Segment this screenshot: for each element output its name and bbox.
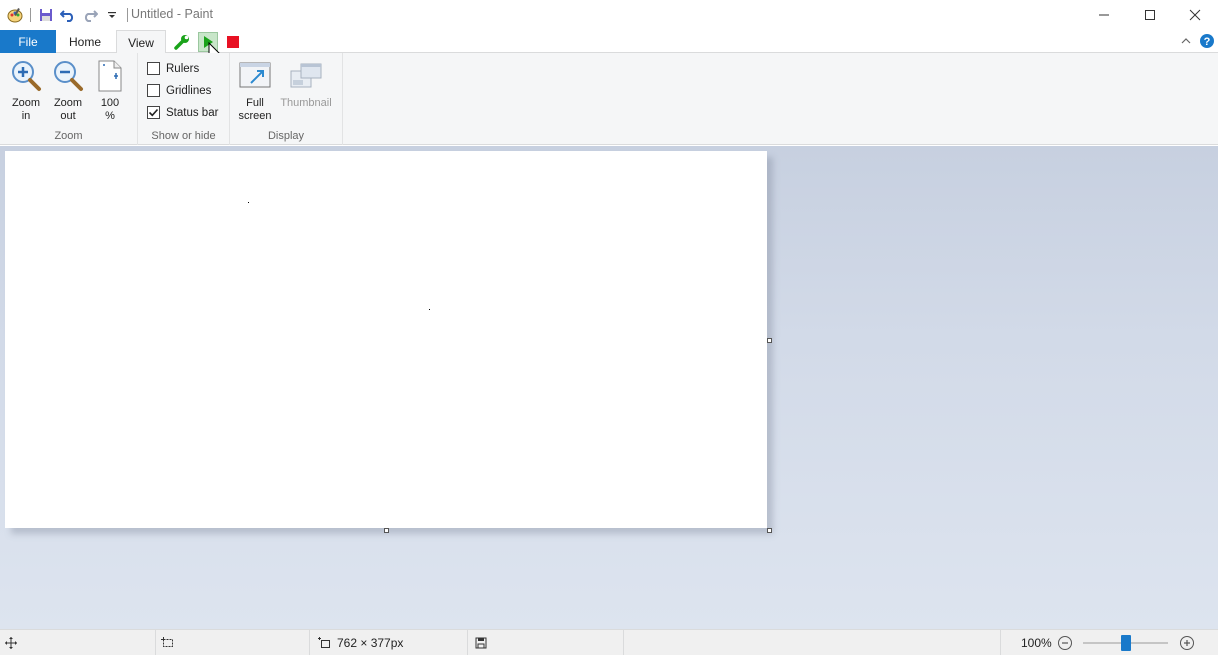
zoom-slider-thumb[interactable] <box>1121 635 1131 651</box>
collapse-ribbon-icon[interactable] <box>1176 31 1196 51</box>
cursor-position-section <box>0 630 156 655</box>
zoom-group: Zoom in Zoom out 100 % Zoom <box>0 53 138 145</box>
gridlines-label: Gridlines <box>166 84 212 97</box>
status-bar-checkbox[interactable]: Status bar <box>147 106 218 119</box>
resize-handle-right[interactable] <box>767 338 772 343</box>
page-100-icon <box>93 58 127 94</box>
minus-circle-icon <box>1058 636 1072 650</box>
full-screen-label-line2: screen <box>238 110 272 122</box>
undo-icon[interactable] <box>59 6 77 24</box>
canvas-pixel-dot <box>429 309 430 310</box>
plus-circle-icon <box>1180 636 1194 650</box>
canvas-pixel-dot <box>248 202 249 203</box>
tab-file[interactable]: File <box>0 30 56 53</box>
actual-size-button[interactable]: 100 % <box>92 58 128 123</box>
minimize-icon <box>1099 14 1109 16</box>
thumbnail-label: Thumbnail <box>280 97 332 109</box>
full-screen-label-line1: Full <box>246 97 264 109</box>
zoom-out-small-button[interactable] <box>1057 635 1073 651</box>
zoom-out-button[interactable]: Zoom out <box>50 58 86 123</box>
paint-app-icon[interactable] <box>6 6 24 24</box>
maximize-icon <box>1145 10 1155 20</box>
disk-icon <box>475 637 487 649</box>
svg-text:?: ? <box>1204 36 1211 48</box>
canvas-size-text: 762 × 377px <box>337 636 404 650</box>
canvas-size-section: 762 × 377px <box>310 630 468 655</box>
checkmark-icon <box>148 108 159 117</box>
zoom-level-text: 100% <box>1021 636 1052 650</box>
drawing-canvas[interactable] <box>5 151 767 528</box>
quick-access-toolbar <box>6 5 130 25</box>
file-size-section <box>468 630 624 655</box>
title-bar: Untitled - Paint <box>0 0 1218 30</box>
show-hide-group-label: Show or hide <box>151 130 216 142</box>
customize-dropdown-icon[interactable] <box>103 6 121 24</box>
zoom-in-icon <box>9 58 43 94</box>
tab-home[interactable]: Home <box>58 30 112 53</box>
maximize-button[interactable] <box>1127 0 1173 30</box>
ribbon-tabs: File Home View ? <box>0 30 1218 63</box>
thumbnail-button[interactable]: Thumbnail <box>278 58 334 110</box>
workspace-area <box>0 146 1218 629</box>
resize-handle-corner[interactable] <box>767 528 772 533</box>
window-title: Untitled - Paint <box>131 7 213 21</box>
zoom-in-button[interactable]: Zoom in <box>8 58 44 123</box>
gridlines-checkbox[interactable]: Gridlines <box>147 84 211 97</box>
status-divider <box>1000 630 1001 655</box>
display-group-label: Display <box>267 130 305 142</box>
gridlines-checkbox-box[interactable] <box>147 84 160 97</box>
display-group: Full screen Thumbnail Display <box>230 53 343 145</box>
canvas-size-icon <box>318 637 330 648</box>
status-bar-checkbox-box[interactable] <box>147 106 160 119</box>
close-button[interactable] <box>1172 0 1218 30</box>
ribbon-panel: Zoom in Zoom out 100 % Zoom Show or hide… <box>0 53 1218 145</box>
zoom-out-label-line2: out <box>60 110 76 122</box>
selection-size-section <box>156 630 310 655</box>
help-icon[interactable]: ? <box>1197 31 1217 51</box>
toolbar-divider <box>127 8 128 22</box>
save-icon[interactable] <box>37 6 55 24</box>
toolbar-divider <box>30 8 31 22</box>
full-screen-icon <box>238 58 272 94</box>
resize-handle-bottom[interactable] <box>384 528 389 533</box>
zoom-out-label-line1: Zoom <box>53 97 83 109</box>
actual-size-label-line1: 100 <box>100 97 120 109</box>
selection-icon <box>161 637 173 647</box>
status-bar: 762 × 377px 100% <box>0 629 1218 655</box>
wrench-icon[interactable] <box>172 32 192 52</box>
zoom-in-small-button[interactable] <box>1179 635 1195 651</box>
rulers-checkbox-box[interactable] <box>147 62 160 75</box>
rulers-label: Rulers <box>166 62 200 75</box>
actual-size-label-line2: % <box>105 110 115 122</box>
status-bar-label: Status bar <box>166 106 219 119</box>
zoom-out-icon <box>51 58 85 94</box>
thumbnail-icon <box>289 58 323 94</box>
stop-icon[interactable] <box>223 32 243 52</box>
rulers-checkbox[interactable]: Rulers <box>147 62 199 75</box>
close-icon <box>1189 9 1201 21</box>
zoom-group-label: Zoom <box>54 130 83 142</box>
minimize-button[interactable] <box>1081 0 1127 30</box>
zoom-in-label-line1: Zoom <box>11 97 41 109</box>
zoom-in-label-line2: in <box>21 110 31 122</box>
move-cursor-icon <box>5 637 17 649</box>
full-screen-button[interactable]: Full screen <box>236 58 274 123</box>
redo-icon[interactable] <box>81 6 99 24</box>
tab-view[interactable]: View <box>116 30 166 54</box>
